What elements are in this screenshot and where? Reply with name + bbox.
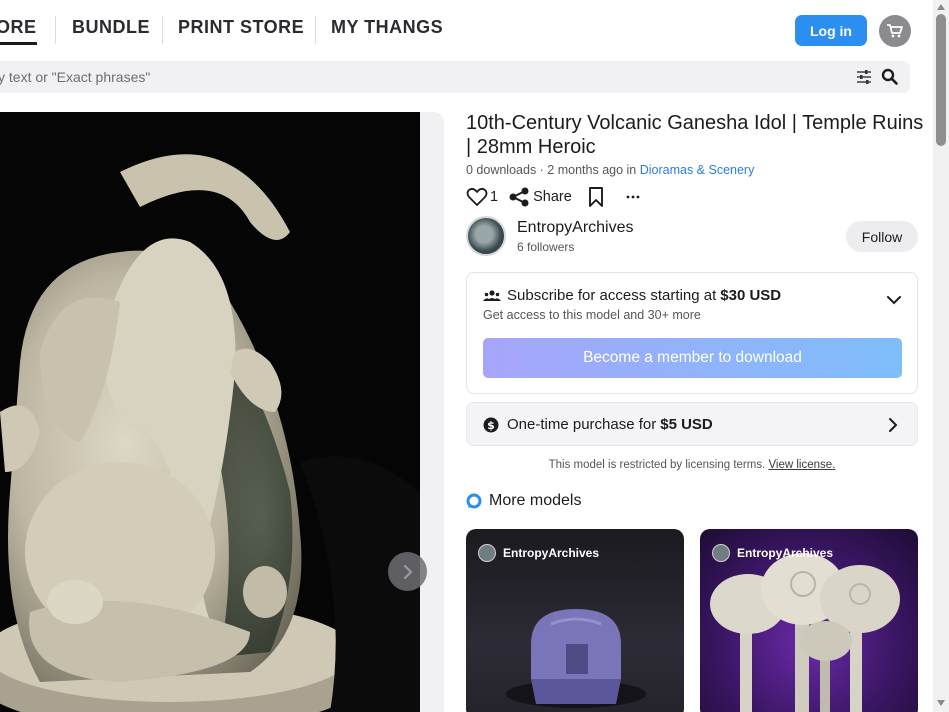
- login-button[interactable]: Log in: [795, 15, 867, 46]
- purchase-label: $ One-time purchase for $5 USD: [483, 416, 713, 433]
- view-license-link[interactable]: View license.: [768, 459, 835, 471]
- image-gallery: [0, 112, 444, 712]
- top-nav: ORE BUNDLE PRINT STORE MY THANGS Log in: [0, 0, 933, 60]
- more-options-button[interactable]: [626, 195, 640, 199]
- share-label: Share: [533, 189, 572, 205]
- subscription-price: $30 USD: [720, 287, 782, 304]
- model-actions: 1 Share: [466, 185, 650, 209]
- tab-store[interactable]: ORE: [0, 17, 37, 45]
- model-card[interactable]: EntropyArchives: [466, 529, 684, 712]
- chevron-right-icon: [889, 418, 898, 432]
- category-link[interactable]: Dioramas & Scenery: [640, 163, 755, 177]
- search-bar[interactable]: y text or "Exact phrases": [0, 61, 910, 93]
- scroll-up-arrow[interactable]: [937, 4, 945, 10]
- tab-bundle[interactable]: BUNDLE: [72, 17, 150, 45]
- scroll-down-arrow[interactable]: [937, 700, 945, 706]
- scroll-thumb[interactable]: [936, 14, 946, 146]
- chevron-down-icon[interactable]: [886, 295, 902, 305]
- dollar-coin-icon: $: [483, 417, 499, 432]
- purchase-text: One-time purchase for: [507, 416, 657, 433]
- cart-icon: [887, 24, 903, 38]
- bookmark-icon: [588, 187, 603, 207]
- members-icon: [483, 289, 501, 301]
- creator-followers: 6 followers: [517, 240, 575, 254]
- model-title: 10th-Century Volcanic Ganesha Idol | Tem…: [466, 112, 924, 158]
- become-member-button[interactable]: Become a member to download: [483, 338, 902, 378]
- card-creator-avatar: [712, 544, 730, 562]
- search-input[interactable]: y text or "Exact phrases": [0, 69, 150, 85]
- sliders-icon[interactable]: [856, 69, 872, 85]
- next-image-button[interactable]: [388, 552, 427, 591]
- ellipsis-icon: [626, 195, 640, 199]
- page: ORE BUNDLE PRINT STORE MY THANGS Log in …: [0, 0, 949, 712]
- meta-text: 0 downloads · 2 months ago in: [466, 163, 640, 177]
- more-models-heading: More models: [466, 492, 581, 510]
- follow-button[interactable]: Follow: [846, 221, 918, 252]
- model-card[interactable]: EntropyArchives: [700, 529, 918, 712]
- heart-icon: [466, 187, 488, 206]
- share-button[interactable]: Share: [508, 187, 572, 207]
- like-button[interactable]: 1: [466, 187, 498, 207]
- nav-divider: [315, 16, 316, 44]
- like-count: 1: [490, 189, 499, 205]
- subscription-title: Subscribe for access starting at $30 USD: [483, 287, 781, 304]
- scrollbar[interactable]: [933, 0, 949, 712]
- model-image: [0, 112, 420, 712]
- license-text: This model is restricted by licensing te…: [548, 459, 766, 471]
- card-creator: EntropyArchives: [478, 544, 599, 562]
- subscription-title-text: Subscribe for access starting at: [507, 287, 717, 304]
- more-models-label: More models: [489, 492, 582, 509]
- one-time-purchase-card[interactable]: $ One-time purchase for $5 USD: [466, 402, 918, 446]
- card-creator: EntropyArchives: [712, 544, 833, 562]
- subscription-card[interactable]: Subscribe for access starting at $30 USD…: [466, 272, 918, 394]
- license-notice: This model is restricted by licensing te…: [466, 459, 918, 471]
- tab-my-thangs[interactable]: MY THANGS: [331, 17, 443, 45]
- card-creator-avatar: [478, 544, 496, 562]
- purchase-price: $5 USD: [660, 416, 713, 433]
- cart-button[interactable]: [879, 15, 911, 47]
- ganesha-statue-image: [0, 112, 420, 712]
- card-creator-name: EntropyArchives: [737, 546, 834, 560]
- subscription-description: Get access to this model and 30+ more: [483, 308, 701, 322]
- tab-print-store[interactable]: PRINT STORE: [178, 17, 304, 45]
- bookmark-button[interactable]: [588, 187, 604, 207]
- card-creator-name: EntropyArchives: [503, 546, 600, 560]
- nav-divider: [162, 16, 163, 44]
- chat-bubble-icon: [466, 493, 482, 509]
- creator-avatar[interactable]: [466, 216, 506, 256]
- chevron-right-icon: [403, 564, 413, 579]
- model-meta: 0 downloads · 2 months ago in Dioramas &…: [466, 163, 754, 177]
- svg-text:$: $: [487, 419, 495, 432]
- nav-divider: [55, 16, 56, 44]
- search-icon[interactable]: [881, 68, 898, 85]
- share-icon: [509, 187, 529, 207]
- creator-name[interactable]: EntropyArchives: [517, 219, 634, 237]
